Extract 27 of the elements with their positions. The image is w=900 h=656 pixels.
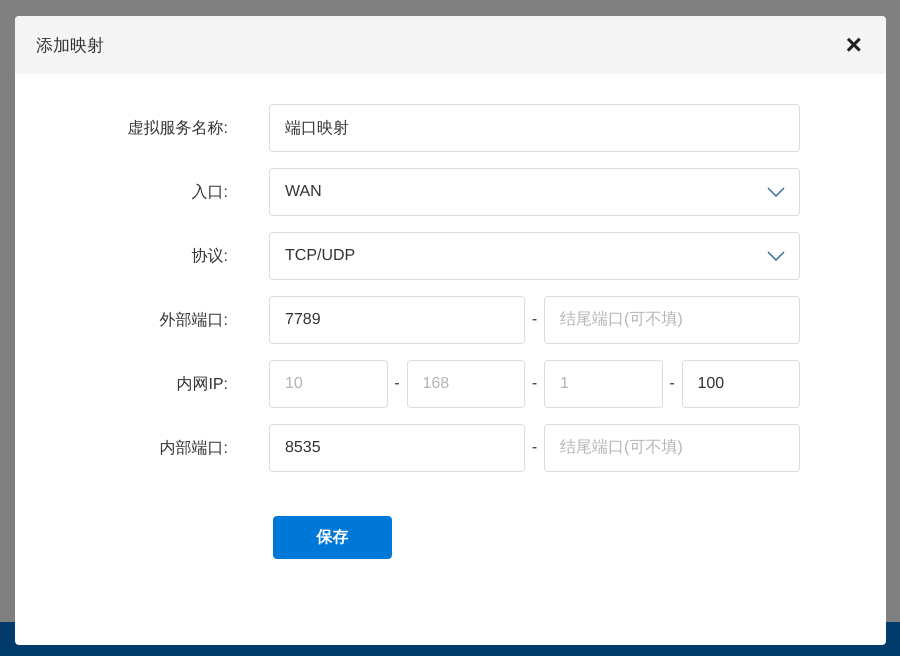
ip-octet-field[interactable]: 168 [406, 360, 525, 408]
ip-octet-field[interactable]: 10 [269, 360, 388, 408]
save-button[interactable]: 保存 [273, 516, 392, 559]
field-label: 入口: [192, 182, 228, 202]
ip-separator: - [668, 375, 676, 393]
range-separator: - [530, 439, 538, 457]
field-label: 内网IP: [176, 374, 228, 394]
dialog-title: 添加映射 [36, 34, 104, 56]
ip-separator: - [530, 375, 538, 393]
port-field[interactable]: 结尾端口(可不填) [544, 424, 800, 472]
port-field[interactable]: 8535 [269, 424, 525, 472]
field-label: 外部端口: [160, 310, 228, 330]
dropdown[interactable]: WAN [269, 168, 800, 216]
close-button[interactable]: × [842, 31, 866, 59]
chevron-down-icon [767, 251, 785, 261]
text-field[interactable]: 端口映射 [269, 104, 800, 152]
ip-octet-field[interactable]: 100 [682, 360, 800, 408]
port-field[interactable]: 7789 [269, 296, 525, 344]
ip-octet-field[interactable]: 1 [544, 360, 662, 408]
port-field[interactable]: 结尾端口(可不填) [544, 296, 800, 344]
dropdown[interactable]: TCP/UDP [269, 232, 800, 280]
field-label: 协议: [192, 246, 228, 266]
range-separator: - [530, 311, 538, 329]
field-label: 内部端口: [160, 438, 228, 458]
field-label: 虚拟服务名称: [128, 118, 228, 138]
ip-separator: - [393, 375, 401, 393]
chevron-down-icon [767, 187, 785, 197]
